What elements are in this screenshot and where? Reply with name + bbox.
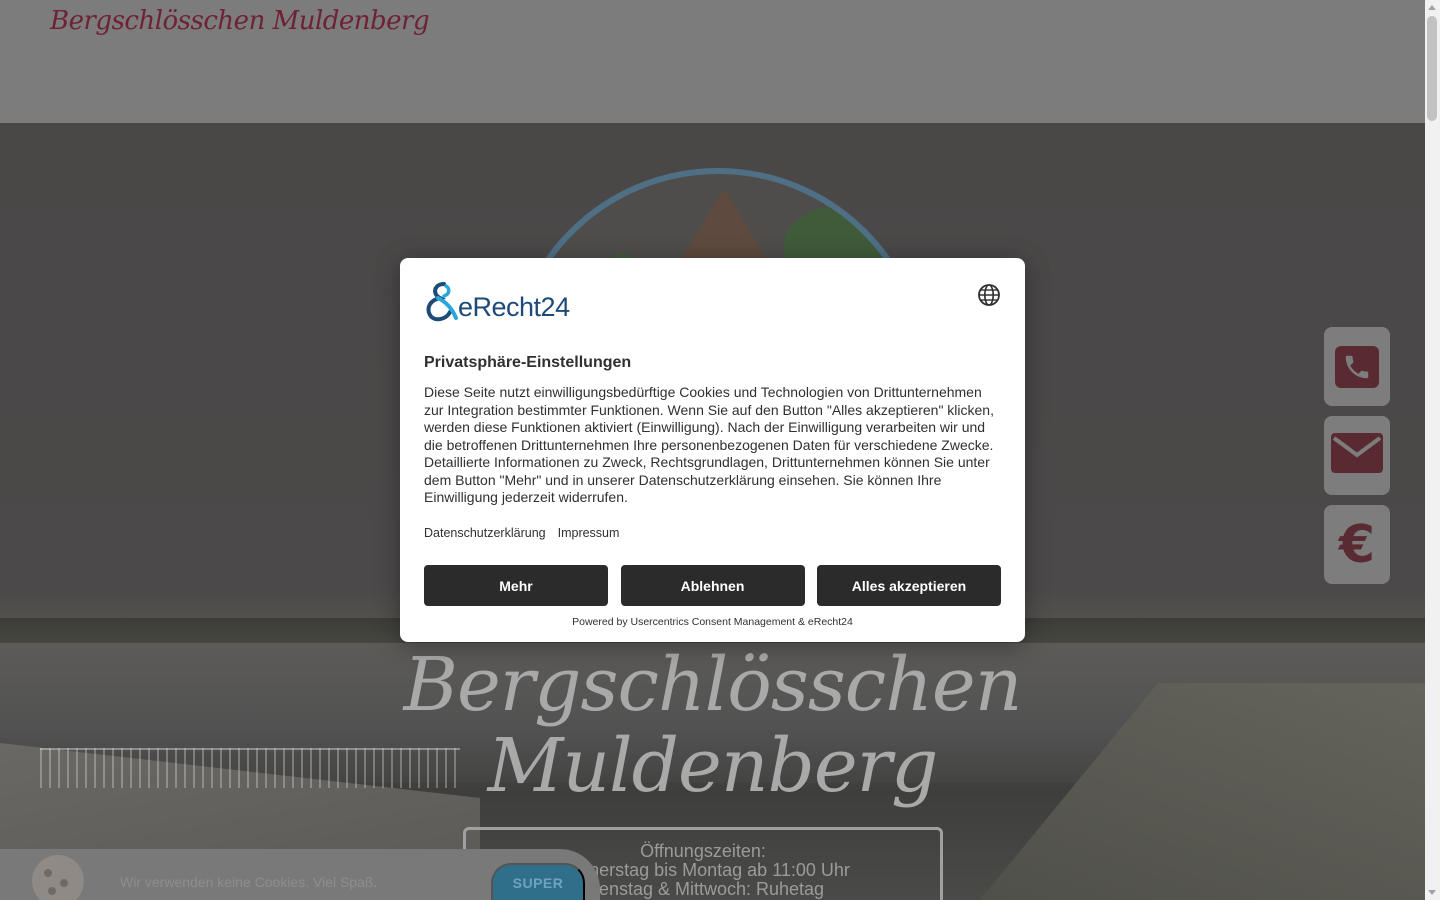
scroll-up-arrow-icon[interactable] bbox=[1428, 5, 1436, 10]
consent-links: Datenschutzerklärung Impressum bbox=[424, 526, 619, 540]
accept-all-button[interactable]: Alles akzeptieren bbox=[817, 565, 1001, 606]
site-header: Bergschlösschen Muldenberg bbox=[0, 0, 1425, 123]
cookie-icon bbox=[32, 855, 84, 900]
site-logo[interactable]: Bergschlösschen Muldenberg bbox=[50, 6, 430, 36]
erecht24-logo-icon bbox=[424, 282, 460, 322]
cookie-ok-button[interactable]: SUPER bbox=[491, 863, 585, 900]
euro-icon: € bbox=[1338, 514, 1376, 575]
page-scrollbar[interactable] bbox=[1425, 0, 1440, 900]
hero-title-line2: Muldenberg bbox=[487, 723, 939, 809]
language-globe-icon[interactable] bbox=[977, 283, 1001, 307]
phone-icon bbox=[1335, 345, 1379, 388]
mail-button[interactable] bbox=[1324, 416, 1390, 495]
privacy-policy-link[interactable]: Datenschutzerklärung bbox=[424, 526, 546, 540]
hero-title-line1: Bergschlösschen bbox=[403, 642, 1023, 728]
imprint-link[interactable]: Impressum bbox=[558, 526, 620, 540]
mail-icon bbox=[1331, 433, 1383, 478]
cookie-notice-text: Wir verwenden keine Cookies. Viel Spaß. bbox=[120, 874, 378, 890]
scroll-down-arrow-icon[interactable] bbox=[1428, 890, 1436, 895]
scroll-thumb[interactable] bbox=[1427, 16, 1437, 121]
consent-dialog: eRecht24 Privatsphäre-Einstellungen Dies… bbox=[400, 258, 1025, 642]
more-button[interactable]: Mehr bbox=[424, 565, 608, 606]
phone-button[interactable] bbox=[1324, 327, 1390, 406]
deny-button[interactable]: Ablehnen bbox=[620, 565, 805, 606]
consent-body-text: Diese Seite nutzt einwilligungsbedürftig… bbox=[424, 384, 994, 505]
consent-title: Privatsphäre-Einstellungen bbox=[424, 354, 632, 371]
consent-powered-by: Powered by Usercentrics Consent Manageme… bbox=[572, 616, 853, 628]
consent-actions: Mehr Ablehnen Alles akzeptieren bbox=[424, 565, 1001, 606]
consent-brand: eRecht24 bbox=[424, 282, 570, 322]
price-button[interactable]: € bbox=[1324, 505, 1390, 584]
consent-brand-name: eRecht24 bbox=[458, 292, 570, 322]
